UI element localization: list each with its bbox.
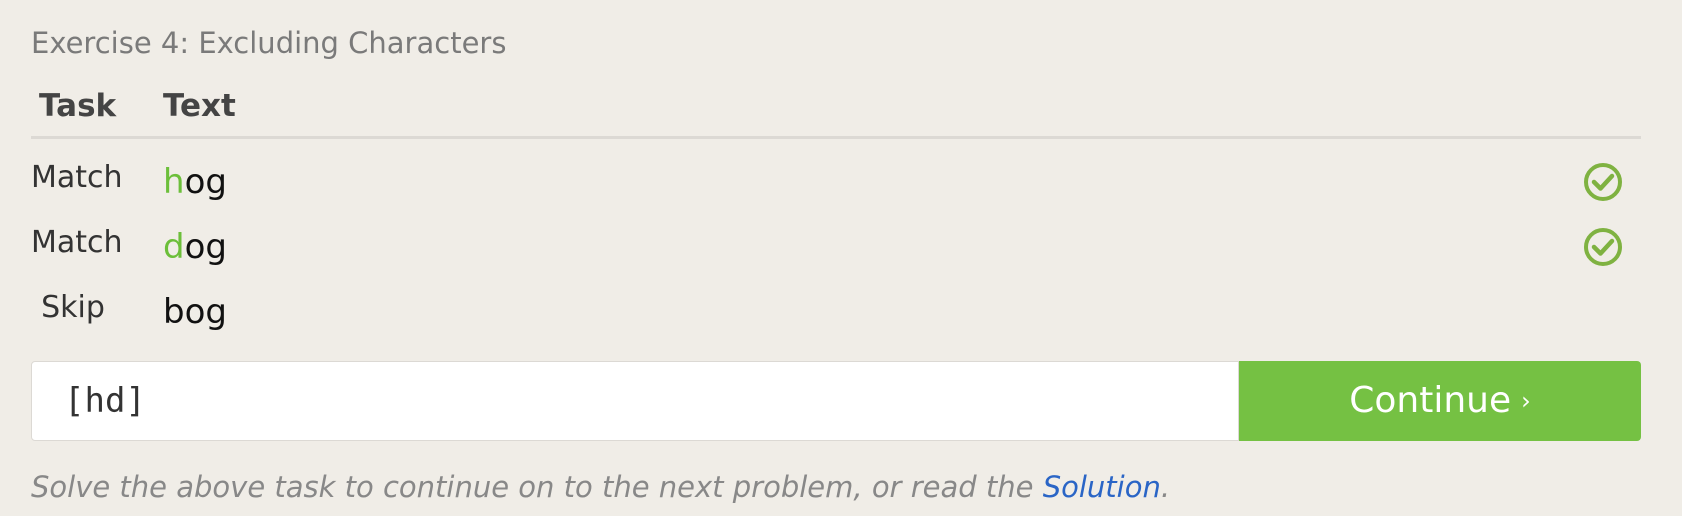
check-circle-icon	[1584, 163, 1622, 201]
regex-input-container	[31, 361, 1239, 441]
task-label: Match	[31, 160, 123, 195]
matched-text: d	[163, 227, 185, 267]
table-row: Match hog	[31, 158, 1641, 214]
hint-prefix: Solve the above task to continue on to t…	[31, 470, 1043, 504]
hint-text: Solve the above task to continue on to t…	[31, 468, 1170, 506]
chevron-right-icon: ›	[1521, 387, 1531, 415]
task-text: dog	[163, 225, 227, 269]
task-label: Skip	[41, 290, 105, 325]
table-row: Match dog	[31, 223, 1641, 279]
solution-link[interactable]: Solution	[1043, 470, 1161, 504]
task-text: bog	[163, 290, 227, 334]
unmatched-text: og	[184, 162, 227, 202]
task-text: hog	[163, 160, 227, 204]
check-circle-icon	[1584, 228, 1622, 266]
table-row: Skip bog	[31, 288, 1641, 344]
matched-text: h	[163, 162, 185, 202]
continue-label: Continue	[1349, 380, 1512, 421]
unmatched-text: bog	[163, 292, 227, 332]
continue-button[interactable]: Continue ›	[1239, 361, 1641, 441]
column-header-text: Text	[163, 88, 236, 124]
regex-input[interactable]	[32, 362, 1238, 440]
exercise-title: Exercise 4: Excluding Characters	[31, 26, 507, 60]
unmatched-text: og	[184, 227, 227, 267]
table-header: Task Text	[31, 86, 1641, 139]
column-header-task: Task	[39, 88, 117, 124]
exercise-panel: Exercise 4: Excluding Characters Task Te…	[31, 0, 1641, 516]
hint-suffix: .	[1160, 470, 1171, 504]
task-label: Match	[31, 225, 123, 260]
